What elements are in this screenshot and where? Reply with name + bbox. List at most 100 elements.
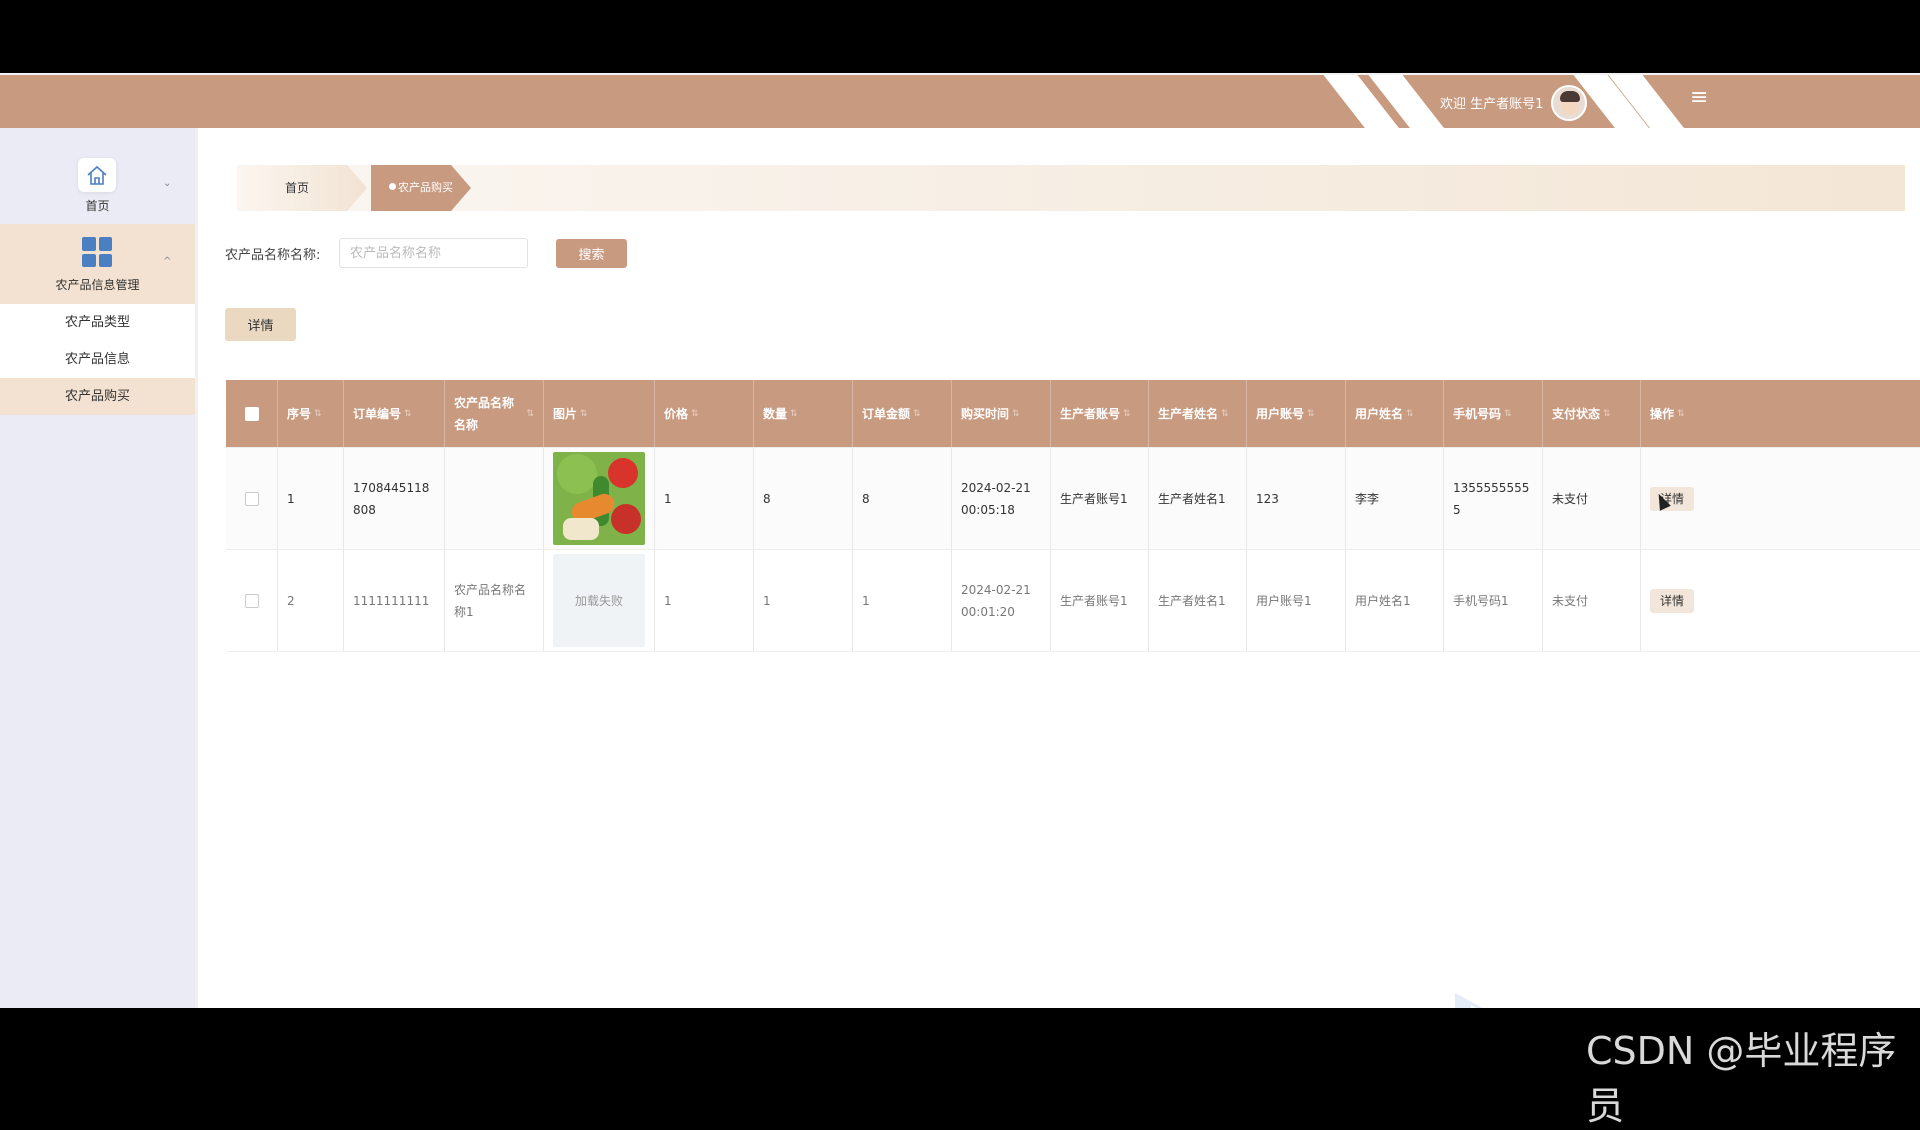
column-header[interactable]: 用户账号 ⇅ bbox=[1247, 380, 1346, 447]
sort-icon: ⇅ bbox=[691, 408, 699, 419]
sort-icon: ⇅ bbox=[580, 408, 588, 419]
detail-button[interactable]: 详情 bbox=[225, 308, 296, 341]
column-header[interactable]: 手机号码 ⇅ bbox=[1444, 380, 1543, 447]
cell-pay-status: 未支付 bbox=[1543, 448, 1641, 549]
cell-user-name: 李李 bbox=[1346, 448, 1444, 549]
grid-icon bbox=[82, 237, 112, 267]
sidebar-item-product-info[interactable]: 农产品信息 bbox=[0, 341, 195, 378]
column-header[interactable]: 订单金额 ⇅ bbox=[853, 380, 952, 447]
cell-producer-account: 生产者账号1 bbox=[1051, 448, 1149, 549]
sort-icon: ⇅ bbox=[1406, 408, 1414, 419]
sidebar-divider bbox=[195, 128, 198, 1008]
cell-quantity: 8 bbox=[754, 448, 853, 549]
home-icon bbox=[78, 158, 116, 192]
cell-product-name bbox=[445, 448, 544, 549]
user-dropdown-icon[interactable]: ⌄ bbox=[1598, 93, 1608, 107]
search-button[interactable]: 搜索 bbox=[556, 239, 627, 268]
column-header[interactable]: 操作 ⇅ bbox=[1641, 380, 1918, 447]
column-header[interactable]: 图片 ⇅ bbox=[544, 380, 655, 447]
search-label: 农产品名称名称: bbox=[225, 248, 321, 263]
column-header[interactable]: 农产品名称名称 ⇅ bbox=[445, 380, 544, 447]
image-shape bbox=[563, 518, 599, 540]
column-header[interactable]: 生产者账号 ⇅ bbox=[1051, 380, 1149, 447]
sort-icon: ⇅ bbox=[1504, 408, 1512, 419]
cell-price: 1 bbox=[655, 448, 754, 549]
avatar[interactable] bbox=[1551, 85, 1587, 121]
cell-amount: 8 bbox=[853, 448, 952, 549]
watermark-text: CSDN @毕业程序员 bbox=[1586, 1029, 1897, 1128]
breadcrumb: 首页 农产品购买 bbox=[237, 165, 1905, 211]
breadcrumb-home-label: 首页 bbox=[285, 181, 310, 195]
cell-order-no: 1111111111 bbox=[344, 550, 445, 651]
column-header[interactable]: 价格 ⇅ bbox=[655, 380, 754, 447]
column-header-label: 序号 bbox=[287, 406, 312, 421]
column-header-label: 操作 bbox=[1650, 406, 1675, 421]
table-row[interactable]: 2 1111111111 农产品名称名称1 加载失败 1 1 1 2024-02… bbox=[226, 550, 1920, 652]
welcome-text: 欢迎 生产者账号1 bbox=[1440, 97, 1544, 112]
menu-toggle-icon[interactable]: ≡ bbox=[1690, 87, 1708, 109]
cell-order-no: 1708445118808 bbox=[344, 448, 445, 549]
cell-pay-status: 未支付 bbox=[1543, 550, 1641, 651]
image-shape bbox=[611, 504, 641, 534]
sidebar-item-product-purchase[interactable]: 农产品购买 bbox=[0, 378, 195, 415]
cell-actions: 详情 bbox=[1641, 448, 1918, 549]
column-header[interactable]: 序号 ⇅ bbox=[278, 380, 344, 447]
select-all-cell bbox=[226, 380, 278, 447]
sidebar-group-product[interactable]: 农产品信息管理 ^ bbox=[0, 224, 195, 304]
row-checkbox[interactable] bbox=[244, 491, 259, 506]
sort-icon: ⇅ bbox=[314, 408, 322, 419]
select-all-checkbox[interactable] bbox=[244, 406, 259, 421]
sort-icon: ⇅ bbox=[913, 408, 921, 419]
column-header-label: 订单金额 bbox=[862, 406, 911, 421]
column-header-label: 数量 bbox=[763, 406, 788, 421]
column-header[interactable]: 数量 ⇅ bbox=[754, 380, 853, 447]
breadcrumb-home[interactable]: 首页 bbox=[237, 165, 367, 211]
sidebar: 首页 ⌄ 农产品信息管理 ^ 农产品类型 农产品信息 农产品购买 bbox=[0, 128, 195, 1008]
row-checkbox[interactable] bbox=[244, 593, 259, 608]
column-header[interactable]: 购买时间 ⇅ bbox=[952, 380, 1051, 447]
cell-producer-name: 生产者姓名1 bbox=[1149, 550, 1247, 651]
cell-phone: 手机号码1 bbox=[1444, 550, 1543, 651]
column-header-label: 订单编号 bbox=[353, 406, 402, 421]
row-select-cell bbox=[226, 550, 278, 651]
top-bar: 欢迎 生产者账号1 ⌄ ≡ bbox=[0, 73, 1920, 130]
column-header-label: 用户姓名 bbox=[1355, 406, 1404, 421]
search-input[interactable] bbox=[339, 238, 528, 268]
image-load-failed: 加载失败 bbox=[553, 554, 645, 647]
column-header-label: 支付状态 bbox=[1552, 406, 1601, 421]
column-header[interactable]: 用户姓名 ⇅ bbox=[1346, 380, 1444, 447]
cell-producer-name: 生产者姓名1 bbox=[1149, 448, 1247, 549]
cell-price: 1 bbox=[655, 550, 754, 651]
breadcrumb-current-label: 农产品购买 bbox=[398, 181, 453, 194]
screen: 欢迎 生产者账号1 ⌄ ≡ 首页 ⌄ 农产品信息管理 ^ 农产品类型 农产品信息… bbox=[0, 0, 1920, 1128]
sidebar-home-label: 首页 bbox=[85, 199, 110, 213]
table-header-row: 序号 ⇅ 订单编号 ⇅ 农产品名称名称 ⇅ 图片 ⇅ 价格 ⇅ 数量 ⇅ 订单金额 ⇅ 购买时… bbox=[226, 380, 1920, 448]
column-header-label: 手机号码 bbox=[1453, 406, 1502, 421]
dot-icon bbox=[389, 183, 396, 190]
cell-amount: 1 bbox=[853, 550, 952, 651]
chevron-down-icon: ⌄ bbox=[163, 178, 172, 189]
sort-icon: ⇅ bbox=[1677, 408, 1685, 419]
column-header-label: 购买时间 bbox=[961, 406, 1010, 421]
column-header-label: 农产品名称名称 bbox=[454, 395, 515, 432]
sidebar-item-home[interactable]: 首页 ⌄ bbox=[0, 128, 195, 224]
product-image[interactable] bbox=[553, 452, 645, 545]
cell-image bbox=[544, 448, 655, 549]
column-header-label: 生产者账号 bbox=[1060, 406, 1121, 421]
sort-icon: ⇅ bbox=[1012, 408, 1020, 419]
breadcrumb-current-wrap: 农产品购买 bbox=[389, 179, 453, 195]
column-header[interactable]: 支付状态 ⇅ bbox=[1543, 380, 1641, 447]
cell-time: 2024-02-21 00:01:20 bbox=[952, 550, 1051, 651]
column-header[interactable]: 订单编号 ⇅ bbox=[344, 380, 445, 447]
sidebar-item-product-type[interactable]: 农产品类型 bbox=[0, 304, 195, 341]
column-header[interactable]: 生产者姓名 ⇅ bbox=[1149, 380, 1247, 447]
column-header-label: 生产者姓名 bbox=[1158, 406, 1219, 421]
image-shape bbox=[557, 454, 597, 494]
column-header-label: 图片 bbox=[553, 406, 578, 421]
app-window: 欢迎 生产者账号1 ⌄ ≡ 首页 ⌄ 农产品信息管理 ^ 农产品类型 农产品信息… bbox=[0, 73, 1920, 1008]
row-detail-button[interactable]: 详情 bbox=[1650, 588, 1694, 613]
sort-icon: ⇅ bbox=[790, 408, 798, 419]
cell-time: 2024-02-21 00:05:18 bbox=[952, 448, 1051, 549]
cell-producer-account: 生产者账号1 bbox=[1051, 550, 1149, 651]
chevron-up-icon: ^ bbox=[163, 256, 172, 267]
